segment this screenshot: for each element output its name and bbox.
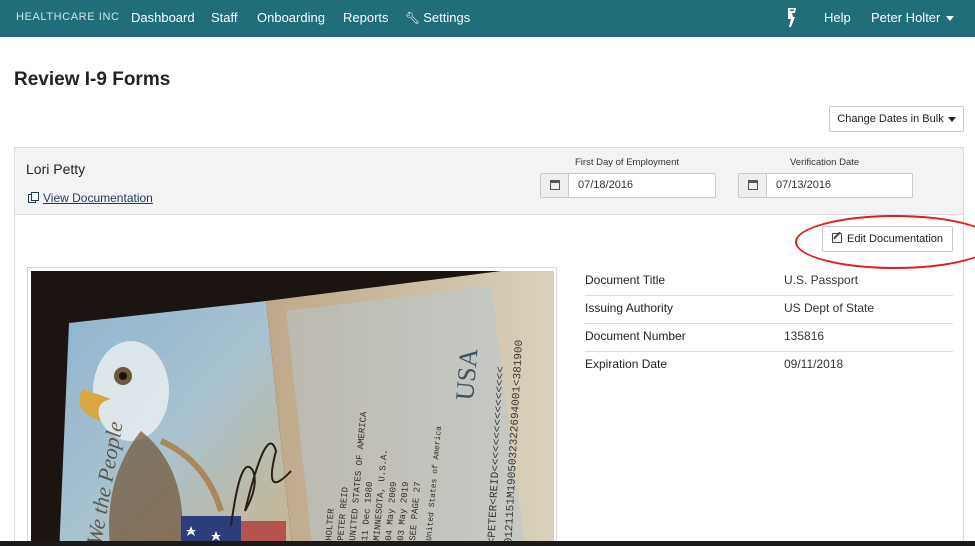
employee-name: Lori Petty: [26, 161, 86, 177]
nav-reports[interactable]: Reports: [343, 10, 389, 25]
brand-logo[interactable]: HEALTHCARE INC: [16, 11, 120, 23]
detail-value: 09/11/2018: [784, 357, 844, 371]
annotation-highlight-circle: [795, 215, 975, 269]
nav-settings-label: Settings: [423, 10, 471, 25]
nav-settings[interactable]: 🔧︎ Settings: [405, 10, 470, 25]
nav-dashboard[interactable]: Dashboard: [131, 10, 195, 25]
table-row: Issuing Authority US Dept of State: [585, 296, 953, 324]
calendar-icon: [748, 180, 758, 190]
first-day-field[interactable]: 07/18/2016: [540, 173, 716, 198]
passport-photo: HOLTER PETER REID UNITED STATES OF AMERI…: [31, 271, 554, 546]
nav-onboarding[interactable]: Onboarding: [257, 10, 325, 25]
nav-help[interactable]: Help: [824, 10, 851, 25]
first-day-input[interactable]: 07/18/2016: [578, 179, 633, 191]
bulk-button-label: Change Dates in Bulk: [837, 113, 944, 125]
user-name: Peter Holter: [871, 10, 941, 25]
detail-label: Document Number: [585, 329, 686, 343]
window-bottom-edge: [0, 541, 975, 546]
detail-label: Issuing Authority: [585, 301, 674, 315]
card-header: Lori Petty View Documentation First Day …: [15, 148, 963, 215]
phone-icon[interactable]: [785, 7, 799, 28]
page-title: Review I-9 Forms: [14, 69, 171, 90]
calendar-button[interactable]: [739, 174, 767, 197]
detail-value: 135816: [784, 329, 825, 343]
employee-card: Lori Petty View Documentation First Day …: [14, 147, 975, 546]
verification-date-field[interactable]: 07/13/2016: [738, 173, 913, 198]
detail-label: Expiration Date: [585, 357, 668, 371]
table-row: Document Number 135816: [585, 324, 953, 352]
first-day-label: First Day of Employment: [575, 157, 679, 168]
wrench-icon: 🔧︎: [405, 11, 421, 25]
detail-value: US Dept of State: [784, 301, 875, 315]
document-image-frame: HOLTER PETER REID UNITED STATES OF AMERI…: [27, 267, 557, 546]
caret-down-icon: [946, 16, 955, 22]
table-row: Expiration Date 09/11/2018: [585, 352, 953, 380]
top-navbar: HEALTHCARE INC Dashboard Staff Onboardin…: [0, 0, 975, 37]
document-details-table: Document Title U.S. Passport Issuing Aut…: [585, 268, 953, 380]
calendar-button[interactable]: [541, 174, 569, 197]
change-dates-bulk-button[interactable]: Change Dates in Bulk: [829, 106, 964, 132]
verification-date-label: Verification Date: [790, 157, 860, 168]
table-row: Document Title U.S. Passport: [585, 268, 953, 296]
view-documentation-label: View Documentation: [43, 191, 153, 205]
passport-country: USA: [450, 347, 483, 402]
verification-date-input[interactable]: 07/13/2016: [776, 179, 831, 191]
detail-label: Document Title: [585, 273, 666, 287]
detail-value: U.S. Passport: [784, 273, 859, 287]
documents-icon: [28, 192, 39, 203]
nav-staff[interactable]: Staff: [211, 10, 238, 25]
calendar-icon: [550, 180, 560, 190]
view-documentation-link[interactable]: View Documentation: [28, 191, 153, 205]
user-menu[interactable]: Peter Holter: [871, 10, 955, 25]
caret-down-icon: [947, 116, 956, 122]
passport-image[interactable]: HOLTER PETER REID UNITED STATES OF AMERI…: [31, 271, 554, 546]
